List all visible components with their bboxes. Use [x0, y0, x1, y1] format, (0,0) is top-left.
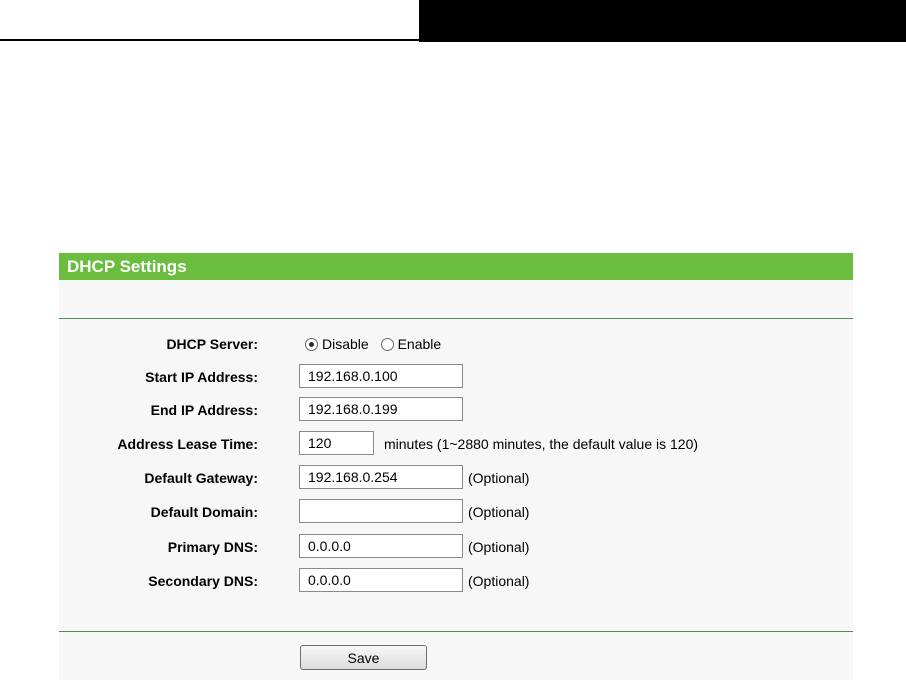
primary-dns-optional-hint: (Optional): [468, 539, 530, 555]
lease-time-row: Address Lease Time: minutes (1~2880 minu…: [59, 431, 853, 457]
primary-dns-label: Primary DNS:: [167, 539, 258, 555]
enable-radio[interactable]: [380, 338, 394, 351]
enable-radio-label[interactable]: Enable: [398, 336, 442, 352]
start-ip-row: Start IP Address:: [59, 364, 853, 390]
dhcp-settings-panel: DHCP Settings DHCP Server: Disable Enabl…: [59, 253, 853, 680]
gateway-optional-hint: (Optional): [468, 470, 530, 486]
panel-title: DHCP Settings: [59, 253, 853, 280]
lease-time-input[interactable]: [299, 431, 374, 455]
domain-input[interactable]: [299, 499, 463, 523]
secondary-dns-optional-hint: (Optional): [468, 573, 530, 589]
primary-dns-input[interactable]: [299, 534, 463, 558]
lease-time-label: Address Lease Time:: [117, 436, 258, 452]
end-ip-label: End IP Address:: [150, 402, 258, 418]
disable-radio-label[interactable]: Disable: [322, 336, 369, 352]
end-ip-row: End IP Address:: [59, 397, 853, 423]
secondary-dns-row: Secondary DNS: (Optional): [59, 568, 853, 594]
domain-row: Default Domain: (Optional): [59, 499, 853, 525]
domain-optional-hint: (Optional): [468, 504, 530, 520]
end-ip-input[interactable]: [299, 397, 463, 421]
gateway-row: Default Gateway: (Optional): [59, 465, 853, 491]
dhcp-server-radio-group: Disable Enable: [305, 331, 449, 357]
save-button[interactable]: Save: [300, 645, 427, 670]
secondary-dns-input[interactable]: [299, 568, 463, 592]
primary-dns-row: Primary DNS: (Optional): [59, 534, 853, 560]
dhcp-server-row: DHCP Server: Disable Enable: [59, 331, 853, 357]
gateway-input[interactable]: [299, 465, 463, 489]
bottom-rule: [59, 631, 853, 632]
gateway-label: Default Gateway:: [144, 470, 258, 486]
secondary-dns-label: Secondary DNS:: [148, 573, 258, 589]
domain-label: Default Domain:: [150, 504, 258, 520]
dhcp-server-label: DHCP Server:: [166, 336, 258, 352]
top-divider: [0, 39, 419, 41]
top-rule: [59, 318, 853, 319]
lease-time-hint: minutes (1~2880 minutes, the default val…: [384, 436, 699, 452]
top-black-bar: [419, 0, 906, 42]
start-ip-label: Start IP Address:: [145, 369, 258, 385]
disable-radio[interactable]: [305, 338, 318, 351]
start-ip-input[interactable]: [299, 364, 463, 388]
